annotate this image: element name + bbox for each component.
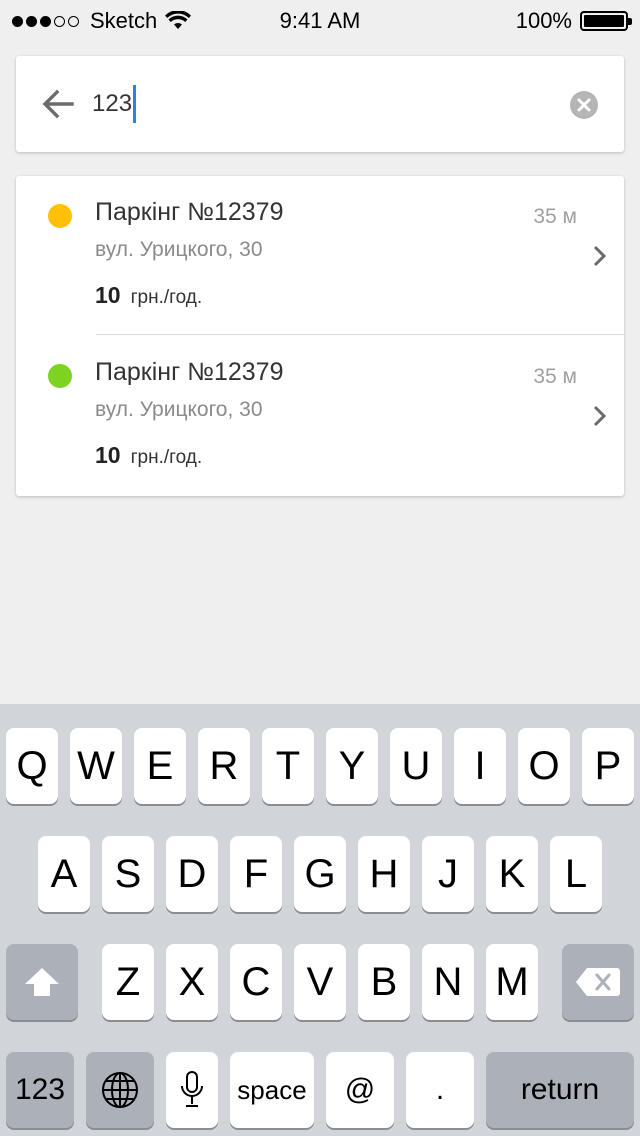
status-bar-right: 100% <box>515 8 632 34</box>
search-query: 123 <box>92 90 133 117</box>
key-g[interactable]: G <box>294 836 346 912</box>
price-unit: грн./год. <box>130 287 203 308</box>
key-s[interactable]: S <box>102 836 154 912</box>
period-key[interactable]: . <box>406 1052 474 1128</box>
arrow-left-icon <box>42 89 74 119</box>
key-x[interactable]: X <box>166 944 218 1020</box>
key-e[interactable]: E <box>134 728 186 804</box>
key-p[interactable]: P <box>582 728 634 804</box>
status-indicator <box>48 364 72 388</box>
clear-search-button[interactable] <box>570 91 598 119</box>
numbers-key[interactable]: 123 <box>6 1052 74 1128</box>
space-key[interactable]: space <box>230 1052 314 1128</box>
status-bar: Sketch 9:41 AM 100% <box>0 0 640 40</box>
key-t[interactable]: T <box>262 728 314 804</box>
key-a[interactable]: A <box>38 836 90 912</box>
chevron-right-icon <box>593 405 607 427</box>
clear-circle-icon <box>577 98 591 112</box>
parking-price: 10 грн./год. <box>95 282 202 309</box>
microphone-icon <box>181 1071 203 1107</box>
battery-percent: 100% <box>515 8 572 33</box>
key-v[interactable]: V <box>294 944 346 1020</box>
key-f[interactable]: F <box>230 836 282 912</box>
key-c[interactable]: C <box>230 944 282 1020</box>
parking-price: 10 грн./год. <box>95 442 202 469</box>
backspace-icon <box>576 968 620 996</box>
parking-address: вул. Урицкого, 30 <box>95 398 263 421</box>
key-b[interactable]: B <box>358 944 410 1020</box>
key-z[interactable]: Z <box>102 944 154 1020</box>
search-bar: 123 <box>16 56 624 152</box>
price-value: 10 <box>95 282 121 308</box>
parking-address: вул. Урицкого, 30 <box>95 238 263 261</box>
backspace-key[interactable] <box>562 944 634 1020</box>
key-y[interactable]: Y <box>326 728 378 804</box>
divider <box>96 334 624 335</box>
key-m[interactable]: M <box>486 944 538 1020</box>
price-unit: грн./год. <box>130 447 203 468</box>
back-button[interactable] <box>38 84 78 124</box>
return-key[interactable]: return <box>486 1052 634 1128</box>
key-d[interactable]: D <box>166 836 218 912</box>
status-indicator <box>48 204 72 228</box>
globe-key[interactable] <box>86 1052 154 1128</box>
price-value: 10 <box>95 442 121 468</box>
list-item[interactable]: Паркінг №12379 вул. Урицкого, 30 10 грн.… <box>16 336 624 496</box>
chevron-right-icon <box>593 245 607 267</box>
key-n[interactable]: N <box>422 944 474 1020</box>
keyboard: Q W E R T Y U I O P A S D F G H J K L Z … <box>0 704 640 1136</box>
key-j[interactable]: J <box>422 836 474 912</box>
battery-icon <box>580 11 632 31</box>
distance-label: 35 м <box>533 205 577 228</box>
microphone-key[interactable] <box>166 1052 218 1128</box>
search-input[interactable]: 123 <box>92 82 552 126</box>
shift-icon <box>25 968 59 996</box>
key-k[interactable]: K <box>486 836 538 912</box>
key-r[interactable]: R <box>198 728 250 804</box>
parking-title: Паркінг №12379 <box>95 358 284 386</box>
key-o[interactable]: O <box>518 728 570 804</box>
globe-icon <box>102 1072 138 1108</box>
distance-label: 35 м <box>533 365 577 388</box>
key-h[interactable]: H <box>358 836 410 912</box>
key-u[interactable]: U <box>390 728 442 804</box>
at-key[interactable]: @ <box>326 1052 394 1128</box>
key-l[interactable]: L <box>550 836 602 912</box>
key-w[interactable]: W <box>70 728 122 804</box>
key-q[interactable]: Q <box>6 728 58 804</box>
shift-key[interactable] <box>6 944 78 1020</box>
key-i[interactable]: I <box>454 728 506 804</box>
results-list: Паркінг №12379 вул. Урицкого, 30 10 грн.… <box>16 176 624 496</box>
parking-title: Паркінг №12379 <box>95 198 284 226</box>
list-item[interactable]: Паркінг №12379 вул. Урицкого, 30 10 грн.… <box>16 176 624 336</box>
text-caret <box>133 85 137 123</box>
